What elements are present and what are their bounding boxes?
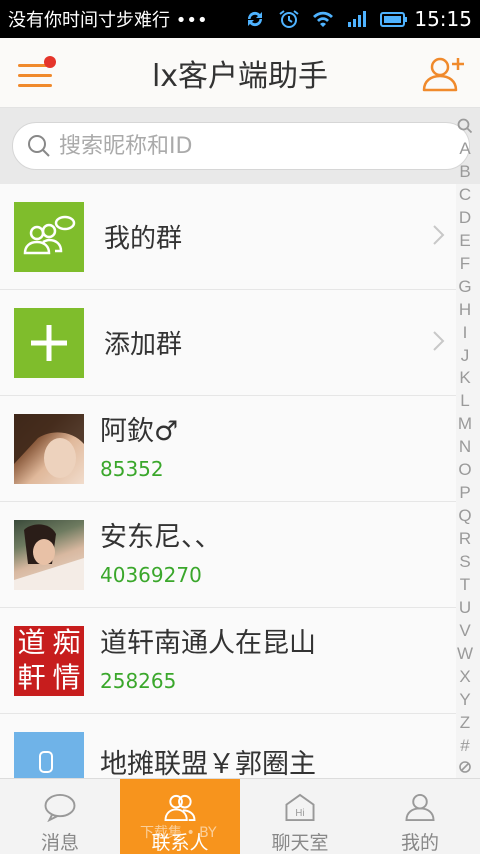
index-letter[interactable]: P: [459, 484, 470, 501]
index-letter[interactable]: S: [459, 553, 470, 570]
contact-row[interactable]: 安东尼、、 40369270: [0, 502, 456, 608]
index-letter[interactable]: E: [459, 232, 470, 249]
status-icons: [244, 10, 408, 28]
add-group-label: 添加群: [104, 330, 183, 360]
index-letter[interactable]: H: [459, 301, 471, 318]
index-letter[interactable]: A: [459, 140, 470, 157]
tab-label: 消息: [40, 832, 79, 854]
index-letter[interactable]: K: [459, 369, 470, 386]
index-letter[interactable]: X: [459, 668, 470, 685]
page-title: lx客户端助手: [151, 58, 329, 94]
tab-label: 我的: [400, 832, 439, 854]
group-thumb: [14, 201, 84, 272]
index-letter[interactable]: T: [460, 576, 470, 593]
chevron-right-icon: [433, 225, 445, 245]
my-groups-row[interactable]: 我的群: [0, 184, 456, 290]
tab-contacts[interactable]: 联系人: [120, 779, 240, 854]
svg-text:Hi: Hi: [295, 808, 304, 819]
menu-button[interactable]: [16, 56, 56, 92]
contact-id: 40369270: [100, 562, 202, 587]
index-letter[interactable]: J: [461, 347, 470, 364]
tab-label: 联系人: [151, 832, 209, 854]
index-letter[interactable]: #: [460, 737, 469, 754]
search-icon[interactable]: [457, 118, 473, 134]
contact-name: 道轩南通人在昆山: [100, 627, 316, 659]
avatar: [14, 731, 84, 778]
index-letter[interactable]: W: [457, 645, 473, 662]
clock: 15:15: [414, 7, 472, 31]
notification-text: 没有你时间寸步难行 •••: [8, 10, 208, 31]
add-group-thumb: [14, 307, 84, 378]
wifi-icon: [313, 11, 334, 27]
other-icon[interactable]: [458, 760, 472, 774]
contact-row[interactable]: 道 痴 軒 情 道轩南通人在昆山 258265: [0, 608, 456, 714]
search-box[interactable]: [12, 122, 470, 170]
index-letter[interactable]: Z: [460, 714, 470, 731]
index-letter[interactable]: I: [463, 324, 468, 341]
contact-list: 我的群 添加群 阿欽♂ 85352 安东尼、、 40369270 道 痴 軒 情…: [0, 184, 456, 778]
tab-messages[interactable]: 消息: [0, 779, 120, 854]
index-letter[interactable]: Y: [459, 691, 470, 708]
message-icon: [44, 793, 76, 822]
alarm-icon: [279, 10, 299, 28]
search-area: [0, 108, 480, 184]
search-input[interactable]: [59, 133, 439, 159]
contacts-icon: [164, 794, 196, 822]
chatroom-icon: Hi: [285, 793, 315, 822]
group-chat-icon: [23, 215, 76, 254]
add-group-row[interactable]: 添加群: [0, 290, 456, 396]
contact-name: 安东尼、、: [100, 521, 222, 553]
index-letter[interactable]: R: [459, 530, 471, 547]
index-letter[interactable]: Q: [458, 507, 471, 524]
index-letter[interactable]: C: [459, 186, 471, 203]
avatar: [14, 413, 84, 484]
signal-icon: [348, 11, 367, 27]
battery-icon: [380, 12, 408, 27]
contact-name: 阿欽♂: [100, 415, 179, 447]
avatar: 道 痴 軒 情: [14, 625, 84, 696]
group-label: 我的群: [104, 224, 183, 254]
tab-profile[interactable]: 我的: [360, 779, 480, 854]
add-contact-button[interactable]: [420, 54, 468, 94]
index-letter[interactable]: D: [459, 209, 471, 226]
index-letter[interactable]: B: [459, 163, 470, 180]
index-letter[interactable]: F: [460, 255, 470, 272]
contact-id: 258265: [100, 668, 177, 693]
contact-row[interactable]: 阿欽♂ 85352: [0, 396, 456, 502]
sync-icon: [248, 11, 263, 27]
contact-row[interactable]: 地摊联盟￥郭圈主: [0, 714, 456, 778]
contact-name: 地摊联盟￥郭圈主: [100, 748, 316, 779]
tab-label: 聊天室: [271, 832, 329, 854]
status-bar: 没有你时间寸步难行 ••• 15:15: [0, 0, 480, 38]
profile-icon: [405, 793, 435, 822]
index-letter[interactable]: U: [459, 599, 471, 616]
chevron-right-icon: [433, 331, 445, 351]
notification-badge: [44, 56, 56, 68]
search-icon: [28, 135, 50, 157]
index-letter[interactable]: G: [458, 278, 471, 295]
index-letter[interactable]: O: [458, 461, 471, 478]
add-user-icon: [422, 57, 464, 92]
index-letter[interactable]: V: [459, 622, 470, 639]
bottom-tab-bar: 消息 联系人 Hi 聊天室 我的: [0, 778, 480, 854]
tab-chatroom[interactable]: Hi 聊天室: [240, 779, 360, 854]
contact-id: 85352: [100, 456, 164, 481]
index-letter[interactable]: M: [458, 415, 472, 432]
alphabet-index[interactable]: A B C D E F G H I J K L M N O P Q R S T …: [454, 118, 476, 774]
avatar: [14, 519, 84, 590]
app-header: lx客户端助手: [0, 38, 480, 108]
index-letter[interactable]: L: [460, 392, 469, 409]
index-letter[interactable]: N: [459, 438, 471, 455]
plus-icon: [31, 324, 67, 361]
